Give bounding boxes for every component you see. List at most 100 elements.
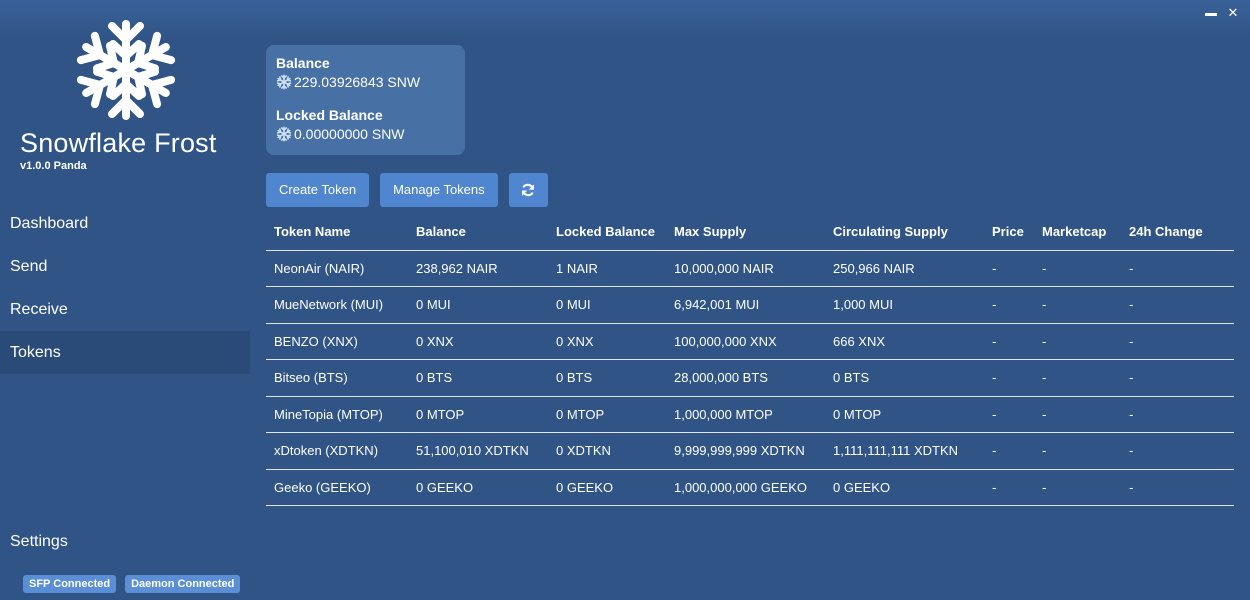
change-24h-cell: -	[1121, 395, 1234, 433]
token-name-cell: Bitseo (BTS)	[266, 359, 408, 396]
manage-tokens-button[interactable]: Manage Tokens	[380, 173, 498, 207]
locked-balance-cell: 1 NAIR	[548, 249, 666, 287]
locked-balance-cell: 0 MTOP	[548, 395, 666, 433]
sidebar-item-send[interactable]: Send	[0, 245, 250, 288]
balance-card: Balance 229.03926843 SNW Locked Balance	[266, 45, 465, 155]
table-row[interactable]: NeonAir (NAIR) 238,962 NAIR 1 NAIR 10,000,0…	[266, 249, 1234, 287]
column-header-24h-change[interactable]: 24h Change	[1121, 214, 1234, 251]
price-cell: -	[984, 468, 1034, 506]
marketcap-cell: -	[1034, 359, 1121, 396]
refresh-icon	[522, 183, 535, 197]
max-supply-cell: 28,000,000 BTS	[666, 359, 825, 396]
circulating-supply-cell: 0 BTS	[825, 359, 984, 396]
price-cell: -	[984, 395, 1034, 433]
sidebar-item-tokens[interactable]: Tokens	[0, 331, 250, 374]
app-window: ✕ Snowflake Frost v1.0.0 Panda Dashboard…	[0, 0, 1250, 600]
create-token-button[interactable]: Create Token	[266, 173, 370, 207]
snowflake-icon	[76, 20, 176, 122]
locked-balance-cell: 0 BTS	[548, 359, 666, 396]
balance-cell: 0 MUI	[408, 286, 548, 323]
circulating-supply-cell: 250,966 NAIR	[825, 249, 984, 287]
circulating-supply-cell: 666 XNX	[825, 322, 984, 360]
max-supply-cell: 100,000,000 XNX	[666, 322, 825, 360]
balance-cell: 0 XNX	[408, 322, 548, 360]
column-header-marketcap[interactable]: Marketcap	[1034, 214, 1121, 251]
column-header-price[interactable]: Price	[984, 214, 1034, 251]
change-24h-cell: -	[1121, 249, 1234, 287]
token-name-cell: MineTopia (MTOP)	[266, 395, 408, 433]
column-header-balance[interactable]: Balance	[408, 214, 548, 251]
circulating-supply-cell: 0 GEEKO	[825, 468, 984, 506]
balance-cell: 0 BTS	[408, 359, 548, 396]
sidebar-item-dashboard[interactable]: Dashboard	[0, 202, 250, 245]
price-cell: -	[984, 286, 1034, 323]
sidebar: Snowflake Frost v1.0.0 Panda Dashboard S…	[0, 0, 250, 600]
token-name-cell: MueNetwork (MUI)	[266, 286, 408, 323]
locked-balance-cell: 0 GEEKO	[548, 468, 666, 506]
sidebar-nav: Dashboard Send Receive Tokens	[0, 202, 250, 374]
column-header-locked-balance[interactable]: Locked Balance	[548, 214, 666, 251]
change-24h-cell: -	[1121, 468, 1234, 506]
token-name-cell: NeonAir (NAIR)	[266, 249, 408, 287]
app-title: Snowflake Frost	[20, 128, 217, 158]
price-cell: -	[984, 249, 1034, 287]
balance-cell: 238,962 NAIR	[408, 249, 548, 287]
refresh-button[interactable]	[508, 173, 548, 207]
max-supply-cell: 1,000,000,000 GEEKO	[666, 468, 825, 506]
balance-cell: 0 MTOP	[408, 395, 548, 433]
change-24h-cell: -	[1121, 432, 1234, 469]
table-row[interactable]: MueNetwork (MUI) 0 MUI 0 MUI 6,942,001 MUI 1…	[266, 286, 1234, 323]
table-row[interactable]: MineTopia (MTOP) 0 MTOP 0 MTOP 1,000,000 MT…	[266, 395, 1234, 433]
balance-value-row: 229.03926843 SNW	[276, 74, 455, 90]
locked-balance-label: Locked Balance	[276, 107, 383, 123]
price-cell: -	[984, 322, 1034, 360]
tokens-table: Token Name Balance Locked Balance Max Su…	[266, 214, 1234, 506]
balance-cell: 0 GEEKO	[408, 468, 548, 506]
marketcap-cell: -	[1034, 432, 1121, 469]
close-icon[interactable]: ✕	[1226, 6, 1240, 20]
max-supply-cell: 6,942,001 MUI	[666, 286, 825, 323]
price-cell: -	[984, 359, 1034, 396]
snowflake-coin-icon	[276, 74, 292, 90]
status-bar: SFP Connected Daemon Connected	[23, 575, 241, 593]
marketcap-cell: -	[1034, 322, 1121, 360]
window-controls: ✕	[1204, 6, 1240, 20]
marketcap-cell: -	[1034, 395, 1121, 433]
change-24h-cell: -	[1121, 322, 1234, 360]
balance-cell: 51,100,010 XDTKN	[408, 432, 548, 469]
daemon-status-badge: Daemon Connected	[125, 575, 241, 593]
table-row[interactable]: BENZO (XNX) 0 XNX 0 XNX 100,000,000 XNX 666 …	[266, 322, 1234, 360]
price-cell: -	[984, 432, 1034, 469]
change-24h-cell: -	[1121, 359, 1234, 396]
table-row[interactable]: Bitseo (BTS) 0 BTS 0 BTS 28,000,000 BTS 0 BT…	[266, 359, 1234, 396]
sfp-status-badge: SFP Connected	[23, 575, 117, 593]
sidebar-item-receive[interactable]: Receive	[0, 288, 250, 331]
max-supply-cell: 10,000,000 NAIR	[666, 249, 825, 287]
token-name-cell: xDtoken (XDTKN)	[266, 432, 408, 469]
circulating-supply-cell: 1,000 MUI	[825, 286, 984, 323]
locked-balance-cell: 0 MUI	[548, 286, 666, 323]
circulating-supply-cell: 0 MTOP	[825, 395, 984, 433]
marketcap-cell: -	[1034, 468, 1121, 506]
balance-value: 229.03926843 SNW	[294, 74, 421, 90]
sidebar-item-settings[interactable]: Settings	[10, 533, 68, 551]
token-name-cell: Geeko (GEEKO)	[266, 468, 408, 506]
snowflake-coin-icon	[276, 126, 292, 142]
marketcap-cell: -	[1034, 249, 1121, 287]
table-row[interactable]: xDtoken (XDTKN) 51,100,010 XDTKN 0 XDTKN 9,…	[266, 432, 1234, 469]
locked-balance-cell: 0 XDTKN	[548, 432, 666, 469]
toolbar: Create Token Manage Tokens	[266, 173, 548, 207]
locked-balance-value-row: 0.00000000 SNW	[276, 126, 455, 142]
balance-label: Balance	[276, 55, 330, 71]
table-row[interactable]: Geeko (GEEKO) 0 GEEKO 0 GEEKO 1,000,000,000…	[266, 468, 1234, 506]
app-version: v1.0.0 Panda	[20, 160, 87, 172]
table-header-row: Token Name Balance Locked Balance Max Su…	[266, 214, 1234, 251]
minimize-icon[interactable]	[1204, 6, 1218, 20]
max-supply-cell: 9,999,999,999 XDTKN	[666, 432, 825, 469]
marketcap-cell: -	[1034, 286, 1121, 323]
locked-balance-value: 0.00000000 SNW	[294, 126, 405, 142]
column-header-token-name[interactable]: Token Name	[266, 214, 408, 251]
column-header-max-supply[interactable]: Max Supply	[666, 214, 825, 251]
max-supply-cell: 1,000,000 MTOP	[666, 395, 825, 433]
column-header-circulating-supply[interactable]: Circulating Supply	[825, 214, 984, 251]
